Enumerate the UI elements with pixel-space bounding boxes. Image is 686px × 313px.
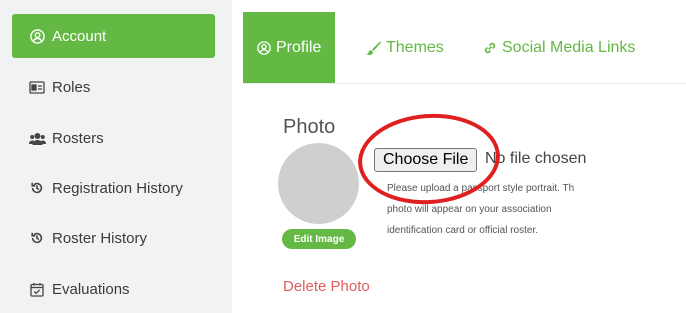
sidebar-item-label: Roster History	[52, 229, 148, 247]
sidebar-item-label: Registration History	[52, 179, 183, 197]
tab-label: Social Media Links	[502, 38, 636, 56]
sidebar-item-label: Evaluations	[52, 280, 130, 298]
no-file-status: No file chosen	[485, 150, 587, 167]
sidebar-item-label: Rosters	[52, 129, 104, 147]
sidebar: Account Roles Rosters Registration Histo…	[0, 0, 232, 313]
user-circle-icon	[257, 40, 271, 55]
sidebar-item-account[interactable]: Account	[12, 14, 215, 58]
photo-title: Photo	[283, 116, 336, 138]
brush-icon	[365, 41, 381, 55]
help-line: identification card or official roster.	[387, 225, 539, 236]
tab-social-media-links[interactable]: Social Media Links	[483, 12, 635, 83]
link-icon	[483, 41, 497, 55]
tab-bar: Profile Themes Social Media Links	[243, 12, 686, 84]
user-circle-icon	[28, 28, 46, 44]
history-icon	[28, 231, 46, 245]
delete-photo-link[interactable]: Delete Photo	[283, 278, 370, 295]
avatar	[278, 143, 359, 224]
history-icon	[28, 181, 46, 195]
tab-profile[interactable]: Profile	[243, 12, 336, 83]
edit-image-button[interactable]: Edit Image	[282, 229, 356, 249]
calendar-check-icon	[28, 282, 46, 297]
tab-themes[interactable]: Themes	[365, 12, 444, 83]
tab-label: Themes	[386, 38, 444, 56]
sidebar-item-label: Roles	[52, 78, 91, 96]
users-icon	[28, 132, 46, 145]
sidebar-item-label: Account	[52, 27, 107, 45]
sidebar-item-registration-history[interactable]: Registration History	[12, 166, 215, 210]
tab-label: Profile	[276, 38, 322, 56]
id-card-icon	[28, 80, 46, 94]
sidebar-item-roles[interactable]: Roles	[12, 65, 215, 109]
sidebar-item-evaluations[interactable]: Evaluations	[12, 267, 215, 311]
sidebar-item-roster-history[interactable]: Roster History	[12, 216, 215, 260]
sidebar-item-rosters[interactable]: Rosters	[12, 116, 215, 160]
